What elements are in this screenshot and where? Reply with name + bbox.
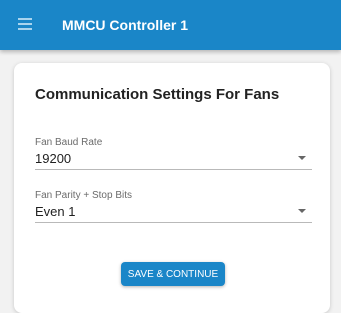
app-bar: MMCU Controller 1	[0, 0, 341, 50]
hamburger-menu-icon[interactable]	[18, 18, 32, 30]
settings-card: Communication Settings For Fans Fan Baud…	[14, 63, 330, 313]
save-and-continue-button[interactable]: SAVE & CONTINUE	[121, 262, 225, 286]
fan-baud-rate-value: 19200	[35, 151, 72, 166]
fan-parity-stop-bits-value: Even 1	[35, 204, 76, 219]
fan-baud-rate-select[interactable]: Fan Baud Rate 19200	[35, 137, 312, 170]
fan-parity-stop-bits-label: Fan Parity + Stop Bits	[35, 190, 132, 201]
chevron-down-icon	[298, 156, 306, 160]
chevron-down-icon	[298, 209, 306, 213]
card-title: Communication Settings For Fans	[35, 86, 280, 103]
fan-parity-stop-bits-select[interactable]: Fan Parity + Stop Bits Even 1	[35, 190, 312, 223]
fan-baud-rate-label: Fan Baud Rate	[35, 137, 103, 148]
app-title: MMCU Controller 1	[62, 17, 188, 33]
